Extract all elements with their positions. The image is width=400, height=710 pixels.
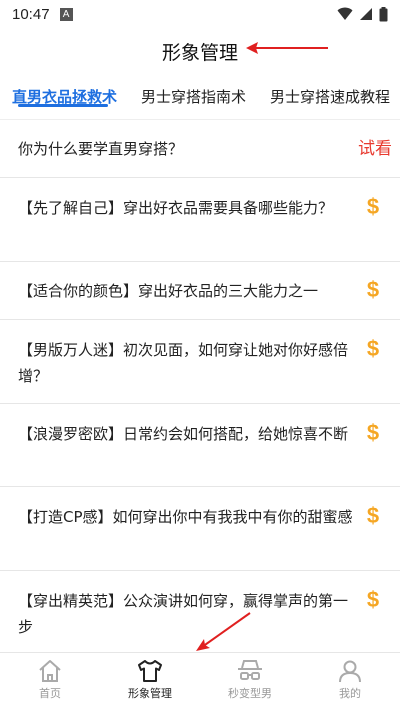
lesson-row[interactable]: 【打造CP感】如何穿出你中有我我中有你的甜蜜感 $ (0, 487, 400, 571)
hat-glasses-icon (238, 660, 262, 680)
status-bar: 10:47 A (0, 0, 400, 28)
intro-row[interactable]: 你为什么要学直男穿搭？ 试看 (0, 120, 400, 178)
tab-mens-outfit-crash-course[interactable]: 男士穿搭速成教程 (270, 86, 390, 107)
lesson-title: 【适合你的颜色】穿出好衣品的三大能力之一 (18, 282, 319, 300)
price-icon: $ (366, 277, 380, 302)
shirt-icon (138, 660, 162, 682)
lesson-title: 【先了解自己】穿出好衣品需要具备哪些能力？ (18, 199, 334, 217)
app-header: 形象管理 (0, 28, 400, 74)
tab-label: 男士穿搭指南术 (141, 88, 247, 106)
status-time: 10:47 (12, 5, 50, 23)
home-icon (39, 660, 61, 682)
price-icon: $ (366, 587, 380, 612)
intro-question: 你为什么要学直男穿搭？ (18, 139, 184, 158)
lesson-title: 【穿出精英范】公众演讲如何穿，赢得掌声的第一步 (18, 592, 349, 636)
price-icon: $ (366, 194, 380, 219)
nav-home[interactable]: 首页 (0, 653, 100, 710)
price-icon: $ (366, 503, 380, 528)
tab-label: 男士穿搭速成教程 (270, 88, 391, 106)
nav-profile[interactable]: 我的 (300, 653, 400, 710)
annotation-arrow-icon (196, 612, 251, 651)
page-title: 形象管理 (161, 41, 238, 64)
wifi-icon (337, 7, 353, 20)
price-icon: $ (366, 420, 380, 445)
bottom-navigation: 首页 形象管理 秒变型男 我的 (0, 652, 400, 710)
nav-image-management[interactable]: 形象管理 (100, 653, 200, 710)
battery-icon (379, 6, 388, 21)
try-button[interactable]: 试看 (358, 136, 392, 162)
lesson-title: 【浪漫罗密欧】日常约会如何搭配，给她惊喜不断 (18, 425, 349, 443)
annotation-arrow-icon (246, 42, 328, 54)
lesson-row[interactable]: 【浪漫罗密欧】日常约会如何搭配，给她惊喜不断 $ (0, 404, 400, 487)
user-icon (339, 660, 361, 683)
nav-label: 首页 (39, 687, 61, 700)
notification-icon: A (59, 7, 73, 21)
active-tab-indicator (18, 104, 108, 107)
lesson-title: 【男版万人迷】初次见面，如何穿让她对你好感倍增？ (18, 341, 349, 385)
lesson-row[interactable]: 【男版万人迷】初次见面，如何穿让她对你好感倍增？ $ (0, 320, 400, 404)
signal-icon (360, 8, 372, 20)
lesson-row[interactable]: 【先了解自己】穿出好衣品需要具备哪些能力？ $ (0, 178, 400, 262)
nav-label: 我的 (339, 687, 361, 700)
price-icon: $ (366, 336, 380, 361)
category-tabs: 直男衣品拯救术 男士穿搭指南术 男士穿搭速成教程 (0, 74, 400, 120)
lesson-row[interactable]: 【适合你的颜色】穿出好衣品的三大能力之一 $ (0, 262, 400, 320)
status-icons (337, 6, 388, 22)
nav-instant-makeover[interactable]: 秒变型男 (200, 653, 300, 710)
nav-label: 形象管理 (128, 687, 172, 700)
nav-label: 秒变型男 (228, 687, 272, 700)
lesson-list: 你为什么要学直男穿搭？ 试看 【先了解自己】穿出好衣品需要具备哪些能力？ $ 【… (0, 120, 400, 653)
tab-mens-outfit-guide[interactable]: 男士穿搭指南术 (141, 86, 246, 107)
lesson-title: 【打造CP感】如何穿出你中有我我中有你的甜蜜感 (18, 508, 353, 526)
